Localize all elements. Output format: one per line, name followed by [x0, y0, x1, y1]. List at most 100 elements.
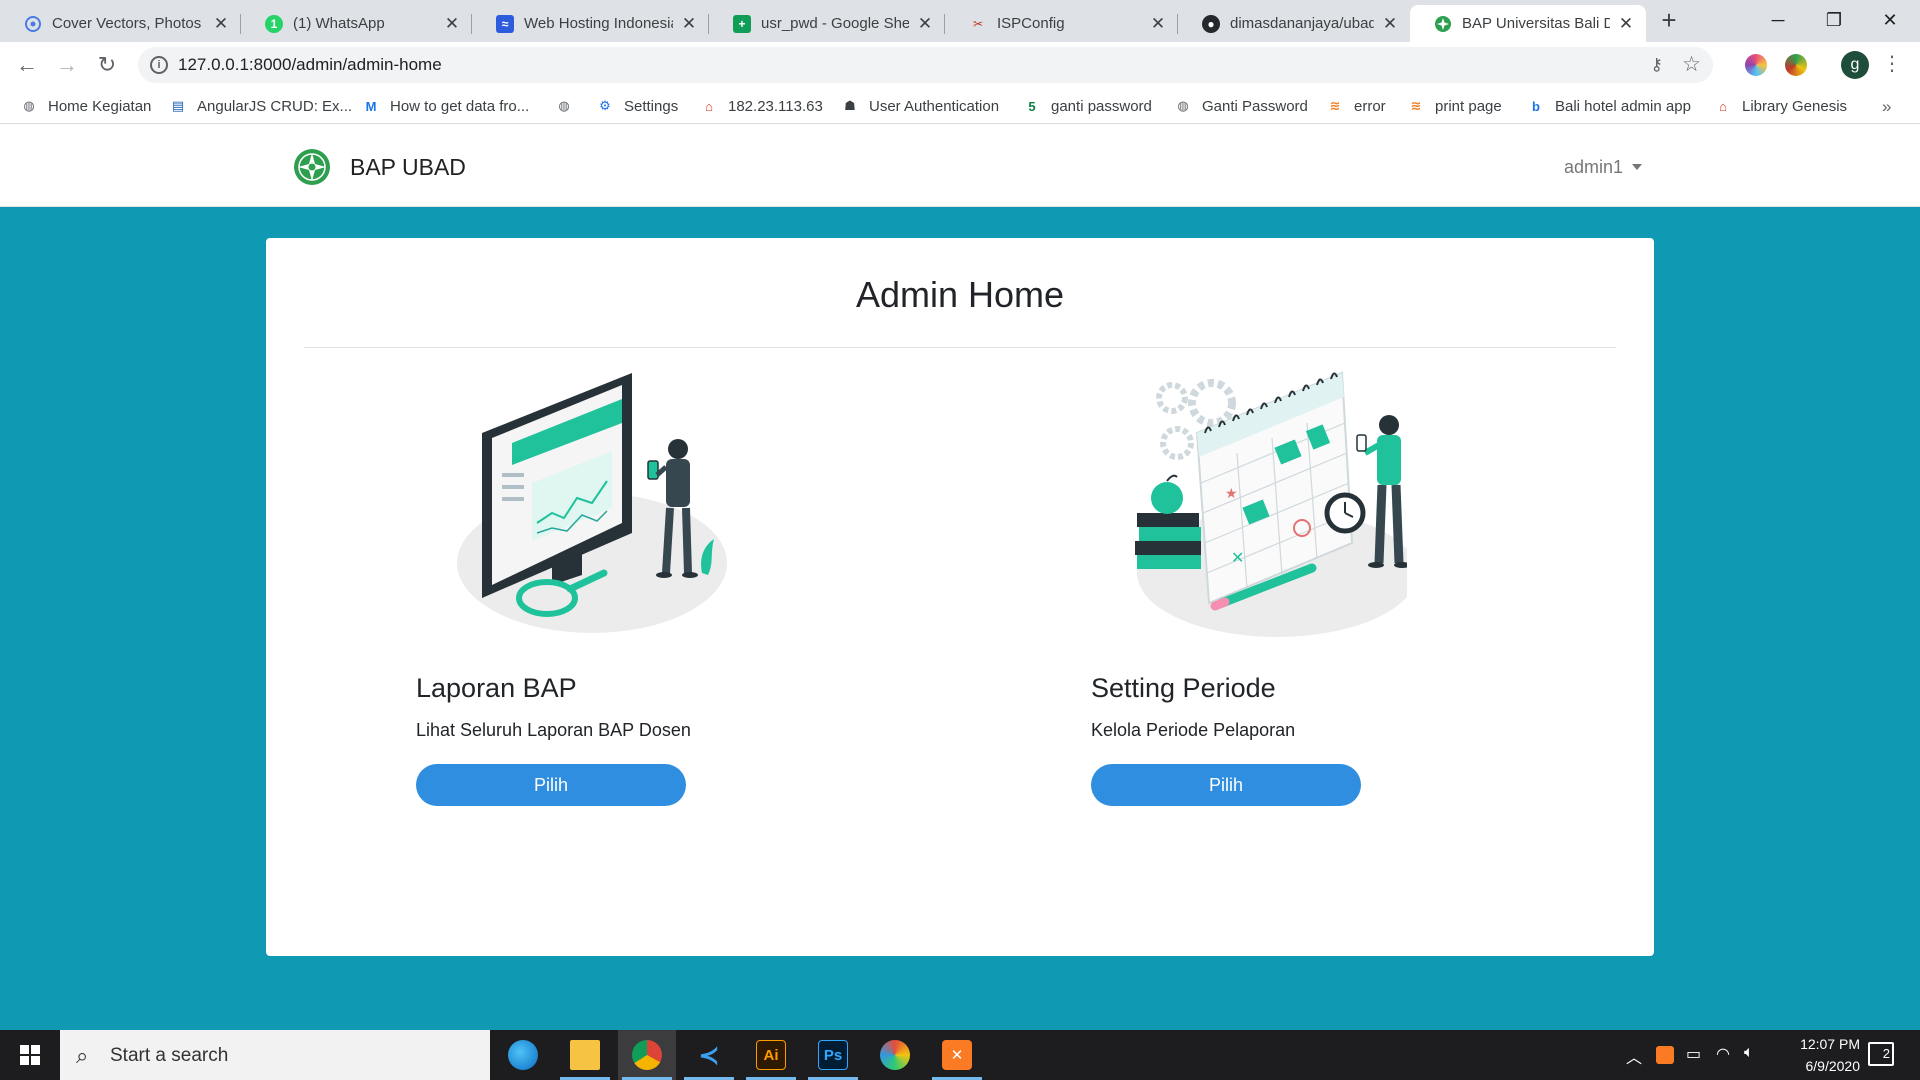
back-icon[interactable]: ← — [12, 50, 42, 80]
close-tab-icon[interactable]: ✕ — [1382, 15, 1398, 32]
svg-text:★: ★ — [1225, 486, 1238, 502]
browser-tab[interactable]: Cover Vectors, Photos a ✕ — [0, 5, 241, 42]
bookmark-label: Ganti Password — [1202, 97, 1308, 115]
close-tab-icon[interactable]: ✕ — [917, 15, 933, 32]
browser-tab[interactable]: 1 (1) WhatsApp ✕ — [241, 5, 472, 42]
battery-icon[interactable]: ▭ — [1686, 1044, 1701, 1064]
stackoverflow-icon: ≋ — [1329, 98, 1341, 113]
browser-tab[interactable]: ● dimasdananjaya/ubad- ✕ — [1178, 5, 1410, 42]
menu-title: Setting Periode — [1091, 673, 1276, 703]
user-dropdown[interactable]: admin1 — [1564, 157, 1643, 178]
close-tab-icon[interactable]: ✕ — [213, 15, 229, 32]
bookmarks-bar: ◍ Home Kegiatan ▤ AngularJS CRUD: Ex... MH… — [0, 88, 1920, 124]
notification-center-icon[interactable]: 2 — [1868, 1042, 1894, 1066]
bookmark-item[interactable]: ☗ User Authentication — [841, 94, 999, 118]
browser-tab[interactable]: ✂ ISPConfig ✕ — [945, 5, 1178, 42]
site-info-icon[interactable]: i — [150, 56, 168, 74]
edge-icon[interactable] — [494, 1030, 552, 1080]
extension-color-icon[interactable] — [1745, 54, 1767, 76]
url-text[interactable]: 127.0.0.1:8000/admin/admin-home — [178, 55, 442, 75]
bookmark-star-icon[interactable]: ☆ — [1682, 52, 1701, 77]
illustrator-icon[interactable]: Ai — [742, 1030, 800, 1080]
password-key-icon[interactable]: ⚷ — [1651, 55, 1663, 75]
bookmark-item[interactable]: ≋ print page — [1407, 94, 1502, 118]
b-icon: b — [1532, 98, 1540, 114]
five-icon: 5 — [1028, 98, 1036, 114]
vscode-icon[interactable]: ≺ — [680, 1030, 738, 1080]
bookmark-label: 182.23.113.63 — [728, 97, 823, 115]
bookmark-label: error — [1354, 97, 1386, 115]
close-tab-icon[interactable]: ✕ — [1618, 15, 1634, 32]
profile-avatar[interactable]: g — [1841, 51, 1869, 79]
file-explorer-icon[interactable] — [556, 1030, 614, 1080]
new-tab-button[interactable]: + — [1656, 7, 1682, 34]
browser-toolbar: ← → ↻ i 127.0.0.1:8000/admin/admin-home … — [0, 42, 1920, 88]
bookmark-item[interactable]: ◍ — [555, 94, 583, 118]
chevron-down-icon — [1632, 164, 1643, 170]
bookmark-label: Library Genesis — [1742, 97, 1848, 115]
bookmark-label: How to get data fro... — [390, 97, 530, 115]
chrome-icon[interactable] — [618, 1030, 676, 1080]
browser-tab[interactable]: + usr_pwd - Google Shee ✕ — [709, 5, 945, 42]
bookmark-item[interactable]: ⌂ 182.23.113.63 — [700, 94, 823, 118]
close-tab-icon[interactable]: ✕ — [681, 15, 697, 32]
paint-icon[interactable] — [866, 1030, 924, 1080]
forward-icon[interactable]: → — [52, 50, 82, 80]
bookmark-item[interactable]: ⌂ Library Genesis — [1714, 94, 1847, 118]
restore-icon[interactable]: ❐ — [1806, 0, 1862, 40]
stock-photo-icon — [24, 15, 42, 33]
menu-kebab-icon[interactable]: ⋮ — [1882, 53, 1902, 75]
extension-globe-icon[interactable] — [1785, 54, 1807, 76]
user-auth-icon: ☗ — [844, 98, 856, 113]
taskbar-search[interactable]: ⌕ Start a search — [60, 1030, 490, 1080]
browser-tab[interactable]: ≈ Web Hosting Indonesia ✕ — [472, 5, 709, 42]
brand-link[interactable]: BAP UBAD — [292, 147, 466, 187]
menu-description: Lihat Seluruh Laporan BAP Dosen — [416, 720, 691, 740]
bookmark-label: AngularJS CRUD: Ex... — [197, 97, 353, 115]
close-window-icon[interactable]: ✕ — [1862, 0, 1918, 40]
router-icon: ⌂ — [705, 98, 713, 114]
bookmark-label: ganti password — [1051, 97, 1152, 115]
bookmark-item[interactable]: M How to get data fro... — [362, 94, 530, 118]
close-tab-icon[interactable]: ✕ — [1150, 15, 1166, 32]
chevron-up-icon[interactable]: ︿ — [1626, 1044, 1642, 1068]
xampp-icon[interactable]: ✕ — [928, 1030, 986, 1080]
analytics-dashboard-illustration — [457, 373, 727, 633]
browser-tab-active[interactable]: BAP Universitas Bali Dw ✕ — [1410, 5, 1646, 42]
tab-title: ISPConfig — [997, 15, 1065, 32]
tab-title: Web Hosting Indonesia — [524, 15, 673, 32]
bookmark-label: Home Kegiatan — [48, 97, 152, 115]
bookmark-item[interactable]: ≋ error — [1326, 94, 1386, 118]
folder-glyph — [570, 1040, 600, 1070]
windows-logo-icon — [20, 1045, 40, 1065]
library-icon: ⌂ — [1719, 98, 1727, 114]
pilih-laporan-button[interactable]: Pilih — [416, 764, 686, 806]
system-clock[interactable]: 12:07 PM 6/9/2020 — [1760, 1033, 1860, 1077]
hosting-icon: ≈ — [496, 14, 514, 33]
bookmark-item[interactable]: 5 ganti password — [1023, 94, 1152, 118]
xampp-tray-icon[interactable] — [1656, 1046, 1674, 1064]
illustrator-glyph: Ai — [756, 1040, 786, 1070]
chrome-glyph — [632, 1040, 662, 1070]
bookmark-label: User Authentication — [869, 97, 1000, 115]
pilih-periode-button[interactable]: Pilih — [1091, 764, 1361, 806]
minimize-icon[interactable]: ─ — [1750, 0, 1806, 40]
bookmark-item[interactable]: ◍ Ganti Password — [1174, 94, 1308, 118]
volume-icon[interactable]: 🔈︎ — [1744, 1044, 1754, 1062]
bookmark-item[interactable]: ◍ Home Kegiatan — [20, 94, 151, 118]
menu-title: Laporan BAP — [416, 673, 577, 703]
bookmark-item[interactable]: b Bali hotel admin app — [1527, 94, 1691, 118]
photoshop-icon[interactable]: Ps — [804, 1030, 862, 1080]
address-bar[interactable]: i 127.0.0.1:8000/admin/admin-home ⚷ ☆ — [138, 47, 1713, 83]
bookmark-item[interactable]: ⚙ Settings — [596, 94, 678, 118]
document-icon: ▤ — [171, 98, 185, 113]
bookmark-label: Bali hotel admin app — [1555, 97, 1691, 115]
close-tab-icon[interactable]: ✕ — [444, 15, 460, 32]
ubad-logo-icon — [294, 149, 330, 185]
more-bookmarks-icon[interactable]: » — [1882, 97, 1891, 117]
reload-icon[interactable]: ↻ — [92, 50, 122, 80]
windows-start-button[interactable] — [0, 1030, 60, 1080]
wifi-icon[interactable]: ◠ — [1716, 1044, 1730, 1064]
whatsapp-icon: 1 — [265, 14, 283, 33]
bookmark-item[interactable]: ▤ AngularJS CRUD: Ex... — [169, 94, 352, 118]
